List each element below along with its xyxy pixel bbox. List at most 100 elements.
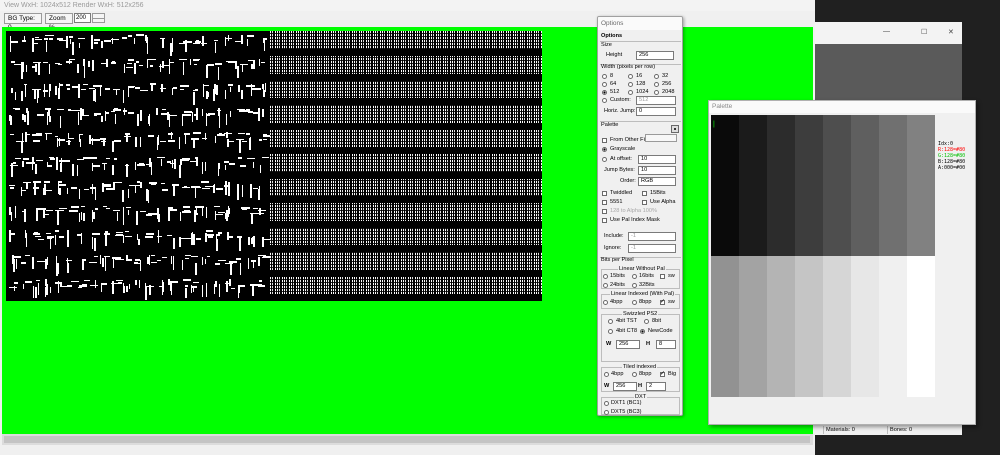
scrollbar-thumb[interactable] [4, 436, 810, 443]
palette-cell[interactable] [767, 115, 795, 256]
palette-cell[interactable] [851, 115, 879, 256]
big-checkbox[interactable] [660, 370, 665, 377]
palette-grid[interactable] [711, 115, 935, 397]
glyph-stroke [261, 156, 269, 159]
grayscale-radio[interactable] [602, 147, 607, 152]
glyph-stroke [229, 111, 232, 117]
other-file-button[interactable] [645, 134, 677, 142]
ignore-label: Ignore: [604, 245, 622, 251]
tiled-h-field[interactable]: 2 [646, 382, 666, 391]
glyph-stroke [193, 59, 200, 61]
bg-type-button[interactable]: BG Type: 0 [4, 13, 42, 31]
new-code-radio[interactable] [640, 329, 645, 334]
close-icon[interactable]: ✕ [948, 28, 954, 36]
zoom-spinner[interactable] [92, 13, 105, 23]
order-field[interactable]: RGB [638, 177, 676, 186]
glyph-stroke [238, 85, 240, 93]
at-offset-radio[interactable] [602, 157, 607, 162]
glyph-stroke [193, 63, 198, 66]
palette-cell[interactable] [739, 115, 767, 256]
glyph-stroke [172, 262, 175, 270]
bpp4-radio[interactable] [603, 300, 608, 305]
width-radio-64[interactable] [602, 82, 607, 87]
glyph-stroke [115, 231, 124, 234]
palette-title: Palette [709, 101, 975, 113]
horizontal-scrollbar[interactable] [2, 434, 813, 445]
zoom-input[interactable]: 200 [74, 13, 91, 23]
ignore-field[interactable]: -1 [628, 244, 676, 253]
bit8-radio[interactable] [644, 319, 649, 324]
swizzle-h-field[interactable]: 8 [656, 340, 676, 349]
render-canvas[interactable] [2, 27, 813, 434]
palette-cell[interactable] [851, 256, 879, 397]
glyph-stroke [252, 262, 255, 268]
width-radio-8[interactable] [602, 74, 607, 79]
bpp8-radio[interactable] [632, 300, 637, 305]
tiled-4bpp-radio[interactable] [604, 372, 609, 377]
lock-icon[interactable] [671, 125, 679, 133]
dxt5-radio[interactable] [604, 410, 609, 415]
width-radio-1024[interactable] [628, 90, 633, 95]
glyph-stroke [172, 256, 175, 263]
bit4-ct8-radio[interactable] [608, 329, 613, 334]
height-field[interactable]: 256 [636, 51, 674, 60]
tiled-8bpp-radio[interactable] [632, 372, 637, 377]
glyph-stroke [205, 282, 208, 297]
swizzle-w-field[interactable]: 256 [616, 340, 640, 349]
sw2-checkbox[interactable] [660, 298, 665, 305]
jump-bytes-field[interactable]: 10 [638, 166, 676, 175]
sw1-checkbox[interactable] [660, 274, 665, 279]
width-radio-512[interactable] [602, 90, 607, 95]
glyph-stroke [102, 283, 107, 285]
tiled-4bpp-label: 4bpp [611, 371, 624, 377]
options-panel: Options Options Size Height 256 Width (p… [597, 16, 683, 416]
palette-cell[interactable] [879, 256, 907, 397]
twiddled-checkbox[interactable] [602, 191, 607, 196]
tiled-h-label: H [638, 383, 643, 389]
glyph-stroke [257, 212, 265, 215]
bits32-radio[interactable] [632, 283, 637, 288]
width-custom-radio[interactable] [602, 98, 607, 103]
glyph-stroke [127, 35, 132, 37]
palette-cell[interactable] [907, 256, 935, 397]
glyph-stroke [113, 209, 121, 212]
alpha128-checkbox[interactable] [602, 209, 607, 214]
bits15-checkbox[interactable] [642, 191, 647, 196]
bits24-radio[interactable] [603, 283, 608, 288]
glyph-stroke [72, 86, 78, 88]
palette-cell[interactable] [879, 115, 907, 256]
bits16-radio[interactable] [632, 274, 637, 279]
width-radio-32[interactable] [654, 74, 659, 79]
pal-index-mask-checkbox[interactable] [602, 218, 607, 223]
width-radio-128[interactable] [628, 82, 633, 87]
glyph-stroke [179, 165, 181, 178]
glyph-stroke [215, 263, 221, 265]
use-alpha-checkbox[interactable] [642, 200, 647, 205]
width-radio-16[interactable] [628, 74, 633, 79]
palette-cell[interactable] [767, 256, 795, 397]
width-radio-256[interactable] [654, 82, 659, 87]
glyph-stroke [66, 160, 71, 162]
palette-cell[interactable] [795, 256, 823, 397]
palette-cell[interactable] [823, 256, 851, 397]
palette-cell[interactable] [711, 256, 739, 397]
hjump-field[interactable]: 0 [636, 107, 676, 116]
palette-cell[interactable] [823, 115, 851, 256]
palette-cell[interactable] [739, 256, 767, 397]
b5551-checkbox[interactable] [602, 200, 607, 205]
glyph-stroke [9, 41, 12, 53]
from-other-file-checkbox[interactable] [602, 138, 607, 143]
at-offset-field[interactable]: 10 [638, 155, 676, 164]
minimize-icon[interactable]: — [883, 28, 890, 35]
bit4-tst-radio[interactable] [608, 319, 613, 324]
palette-cell[interactable] [711, 115, 739, 256]
maximize-icon[interactable]: ☐ [921, 28, 927, 36]
palette-cell[interactable] [795, 115, 823, 256]
dxt1-radio[interactable] [604, 401, 609, 406]
palette-cell[interactable] [907, 115, 935, 256]
include-field[interactable]: -1 [628, 232, 676, 241]
width-custom-field[interactable]: 512 [636, 96, 676, 105]
width-radio-2048[interactable] [654, 90, 659, 95]
bits15-radio[interactable] [603, 274, 608, 279]
tiled-w-field[interactable]: 256 [613, 382, 637, 391]
